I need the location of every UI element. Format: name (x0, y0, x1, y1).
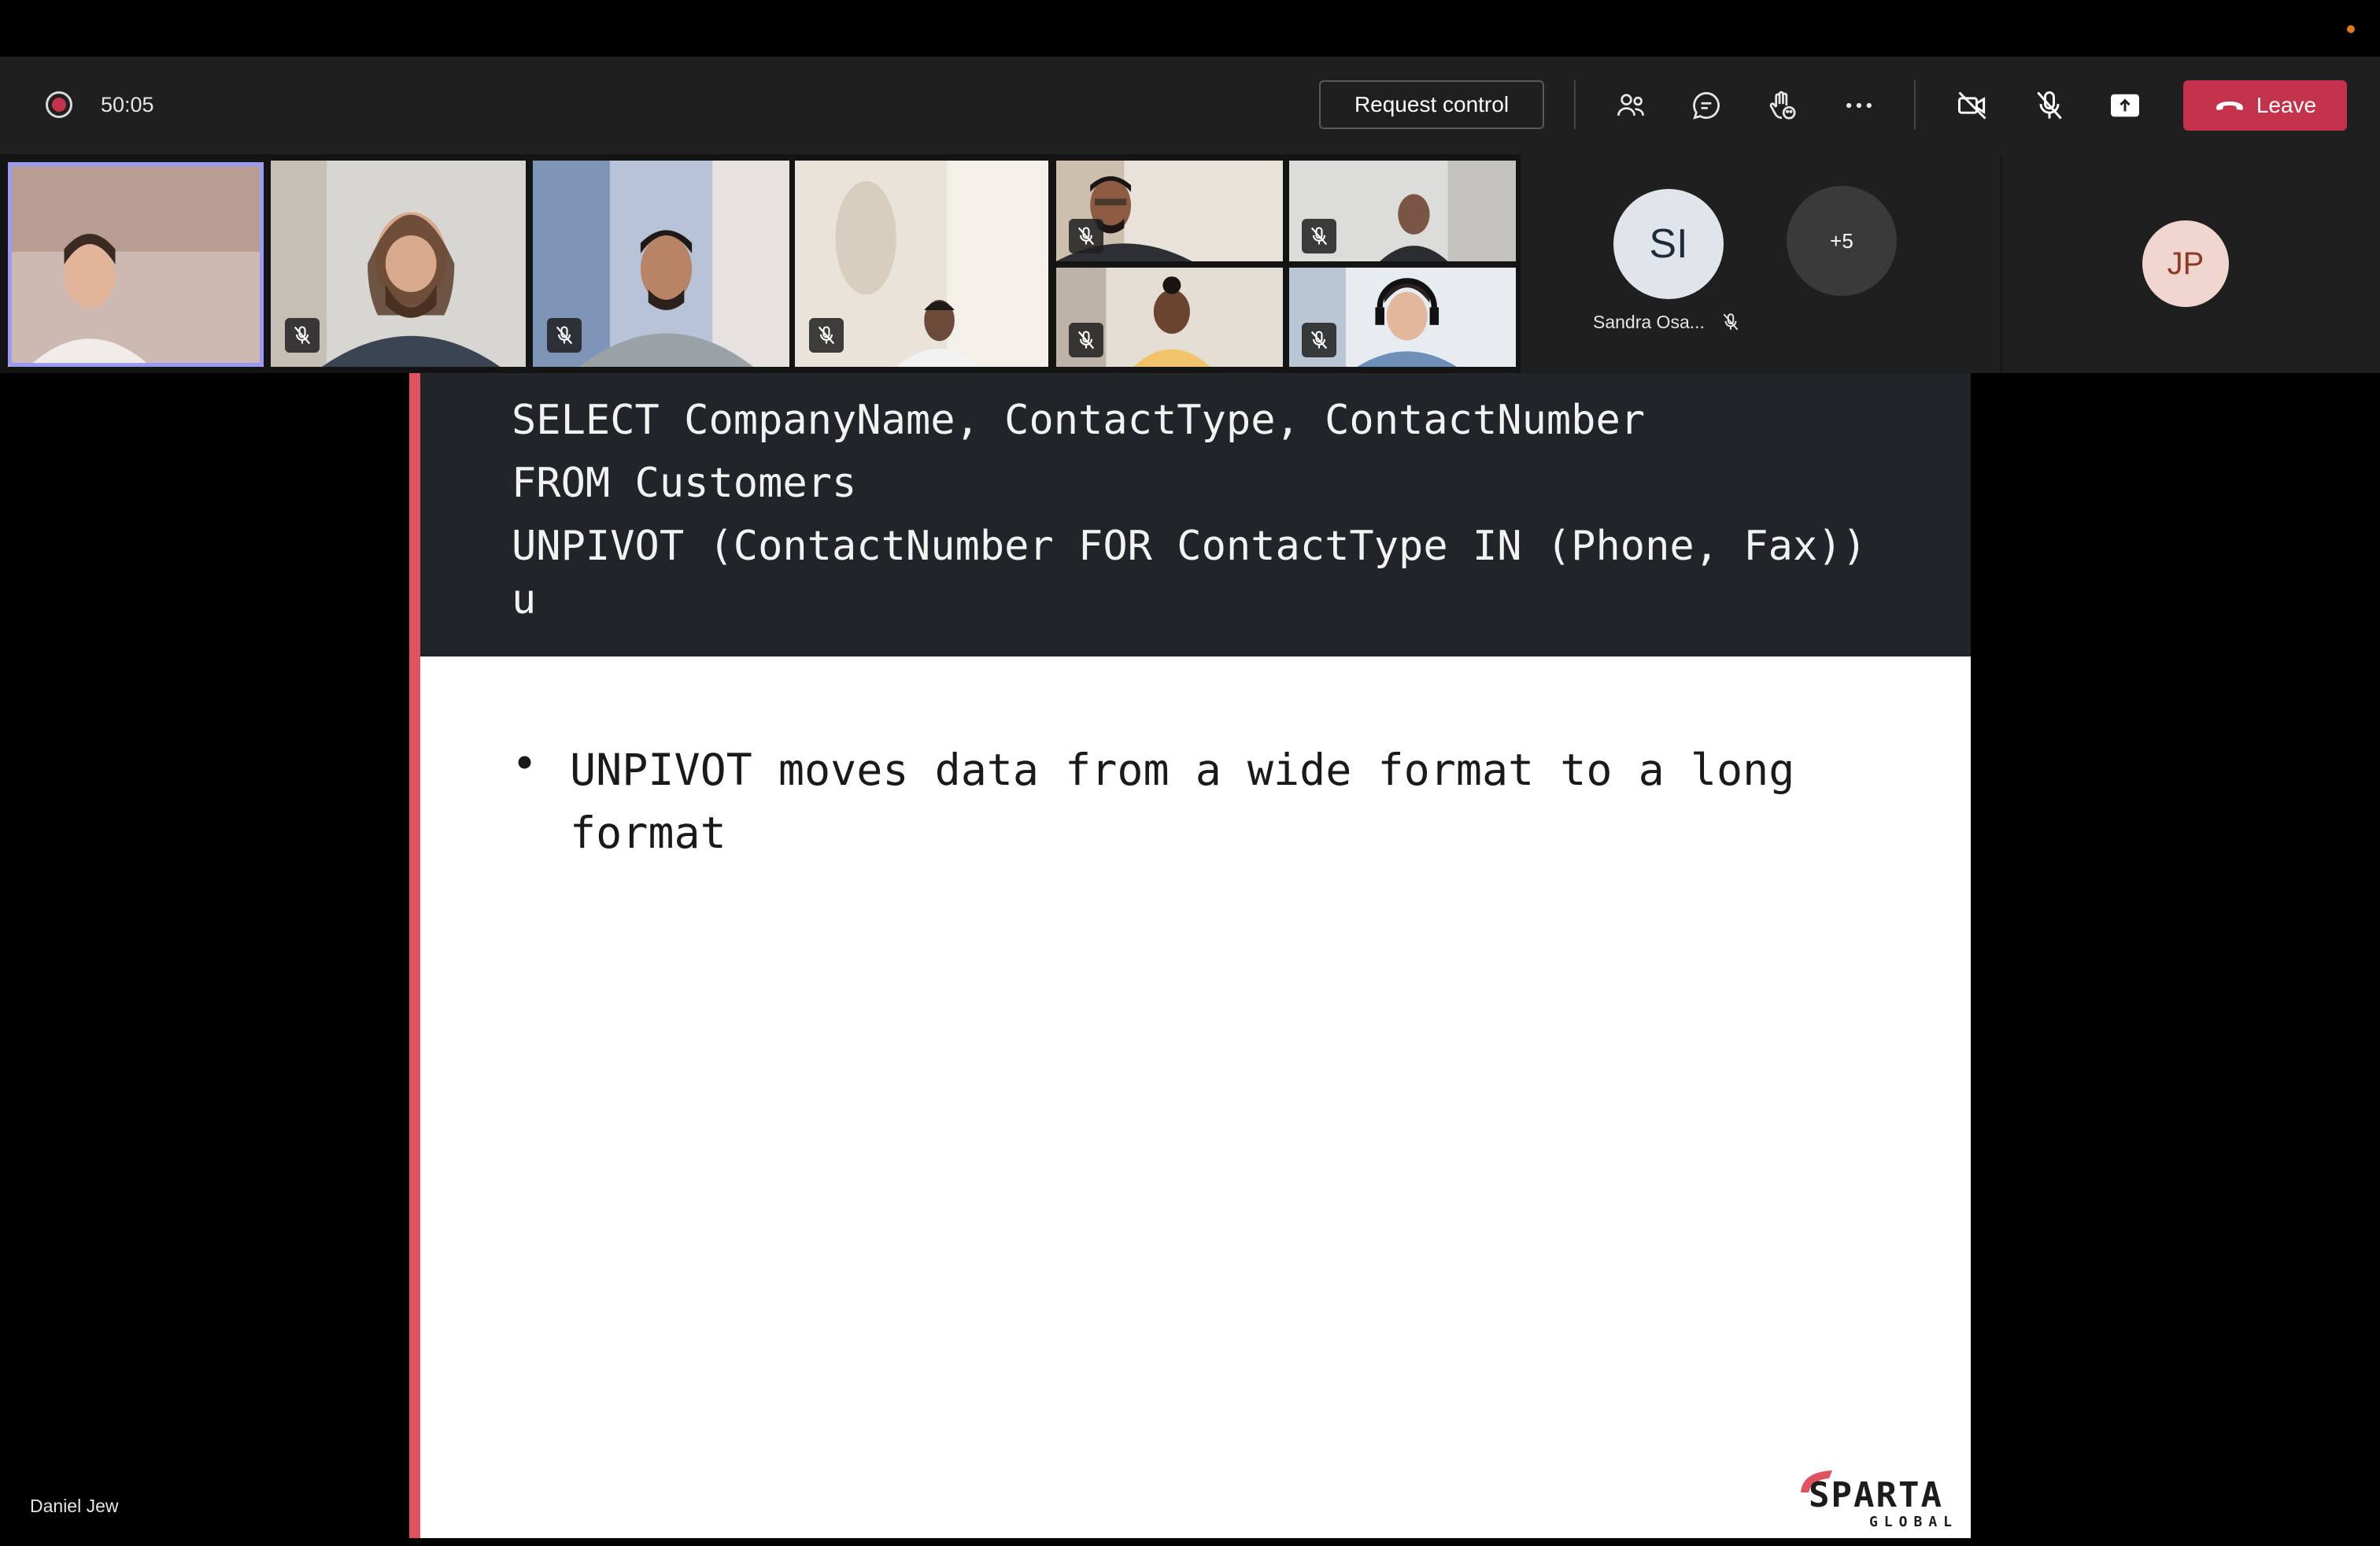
presenter-name: Daniel Jew (30, 1496, 119, 1516)
presentation-slide: SELECT CompanyName, ContactType, Contact… (409, 373, 1971, 1538)
muted-icon (1069, 323, 1103, 357)
participant-name: Sandra Osa... (1593, 312, 1705, 332)
muted-icon (285, 318, 320, 353)
muted-icon (1069, 219, 1103, 253)
muted-icon (809, 318, 844, 353)
code-line: SELECT CompanyName, ContactType, Contact… (512, 397, 1646, 444)
muted-icon (1302, 219, 1336, 253)
active-speaker-frame (8, 162, 264, 367)
meeting-toolbar: 50:05 Request control Leave (0, 57, 2380, 154)
logo-subtext: GLOBAL (1868, 1514, 1958, 1530)
toolbar-divider (1574, 80, 1576, 129)
request-control-button[interactable]: Request control (1319, 80, 1544, 129)
bullet-marker: • (512, 738, 538, 789)
code-line: UNPIVOT (ContactNumber FOR ContactType I… (512, 523, 1867, 570)
logo-wordmark: SPARTA (1809, 1475, 1943, 1515)
title-strip (0, 0, 2380, 57)
participant-avatar[interactable]: SI (1613, 189, 1724, 299)
code-block: SELECT CompanyName, ContactType, Contact… (420, 373, 1971, 656)
avatar-panel (1521, 154, 2001, 373)
muted-icon (547, 318, 582, 353)
video-tile[interactable] (271, 161, 526, 367)
bullet-text: UNPIVOT moves data from a wide format to… (570, 745, 1795, 858)
video-tile[interactable] (795, 161, 1048, 367)
notification-dot (2347, 25, 2355, 33)
slide-accent-bar (409, 373, 420, 1538)
toolbar-divider (1914, 80, 1916, 129)
camera-off-icon[interactable] (1952, 85, 1993, 126)
more-icon[interactable] (1839, 85, 1879, 126)
video-tile[interactable] (533, 161, 789, 367)
video-tile[interactable] (1289, 268, 1516, 367)
more-participants-button[interactable]: +5 (1787, 186, 1897, 296)
raise-hand-icon[interactable] (1761, 85, 1802, 126)
meeting-timer: 50:05 (101, 93, 154, 117)
share-screen-icon[interactable] (2105, 85, 2145, 126)
video-tile[interactable] (1056, 161, 1283, 261)
code-line: u (512, 576, 537, 623)
chat-icon[interactable] (1686, 85, 1727, 126)
mic-off-icon[interactable] (2029, 85, 2070, 126)
leave-button[interactable]: Leave (2183, 80, 2347, 131)
company-logo: SPARTA GLOBAL (1796, 1466, 1961, 1530)
hang-up-icon (2216, 102, 2243, 110)
code-line: FROM Customers (512, 460, 857, 507)
leave-label: Leave (2256, 93, 2317, 117)
recording-icon (46, 91, 72, 118)
muted-icon (1302, 323, 1336, 357)
video-tile[interactable] (1289, 161, 1516, 261)
video-tile[interactable] (1056, 268, 1283, 367)
people-icon[interactable] (1610, 85, 1651, 126)
muted-icon (1723, 313, 1739, 331)
participant-avatar[interactable]: JP (2142, 220, 2229, 307)
